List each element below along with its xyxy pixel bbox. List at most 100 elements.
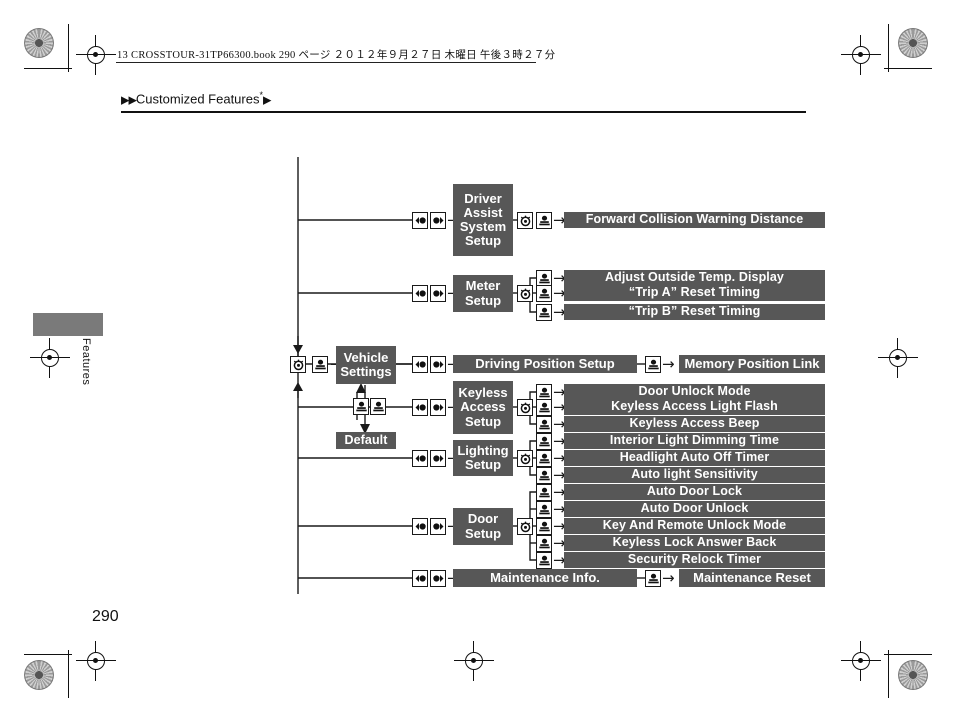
- category-maintenance-info-press-button-icon[interactable]: [645, 570, 661, 587]
- node-item-lighting-setup-3-label: Auto light Sensitivity: [631, 467, 758, 482]
- node-item-driver-assist-system-setup-1[interactable]: Forward Collision Warning Distance: [564, 212, 825, 228]
- node-default[interactable]: Default: [336, 432, 396, 449]
- node-category-meter-setup-line-2: Setup: [464, 292, 502, 308]
- node-category-driving-position-setup[interactable]: Driving Position Setup: [453, 355, 637, 373]
- print-header-text: 13 CROSSTOUR-31TP66300.book 290 ページ ２０１２…: [117, 50, 556, 61]
- branch-maintenance-info-left-select-icon[interactable]: [412, 570, 428, 587]
- category-driving-position-setup-press-button-icon[interactable]: [645, 356, 661, 373]
- node-item-lighting-setup-3[interactable]: Auto light Sensitivity: [564, 467, 825, 483]
- node-item-keyless-access-setup-3[interactable]: Keyless Access Beep: [564, 416, 825, 432]
- node-item-keyless-access-setup-1[interactable]: Door Unlock Mode: [564, 384, 825, 400]
- branch-driving-position-setup-right-select-icon[interactable]: [430, 356, 446, 373]
- root-dial-knob-icon[interactable]: [290, 356, 306, 373]
- branch-door-setup-right-select-icon[interactable]: [430, 518, 446, 535]
- branch-driver-assist-system-setup-left-select-icon[interactable]: [412, 212, 428, 229]
- default-press-button-icon-right[interactable]: [370, 398, 386, 415]
- item-door-setup-3-press-button-icon[interactable]: [536, 518, 552, 535]
- node-item-door-setup-2[interactable]: Auto Door Unlock: [564, 501, 825, 517]
- node-item-door-setup-2-label: Auto Door Unlock: [640, 501, 749, 516]
- item-lighting-setup-2-press-button-icon[interactable]: [536, 450, 552, 467]
- print-header-rule: [116, 62, 536, 63]
- node-item-door-setup-3[interactable]: Key And Remote Unlock Mode: [564, 518, 825, 534]
- node-category-meter-setup[interactable]: Meter Setup: [453, 275, 513, 312]
- page-number: 290: [92, 608, 119, 625]
- branch-maintenance-info-right-select-icon[interactable]: [430, 570, 446, 587]
- item-keyless-access-setup-2-press-button-icon[interactable]: [536, 399, 552, 416]
- category-meter-setup-dial-knob-icon[interactable]: [517, 285, 533, 302]
- branch-meter-setup-left-select-icon[interactable]: [412, 285, 428, 302]
- node-category-maintenance-info[interactable]: Maintenance Info.: [453, 569, 637, 587]
- category-keyless-access-setup-dial-knob-icon[interactable]: [517, 399, 533, 416]
- breadcrumb-rule: [121, 111, 806, 113]
- item-lighting-setup-3-press-button-icon[interactable]: [536, 467, 552, 484]
- node-category-door-setup[interactable]: Door Setup: [453, 508, 513, 545]
- node-item-lighting-setup-2-label: Headlight Auto Off Timer: [619, 450, 770, 465]
- registration-cross-top-left: [76, 35, 116, 75]
- node-category-driver-assist-system-setup-line-1: Driver: [464, 190, 502, 206]
- node-item-maintenance-info-1[interactable]: Maintenance Reset: [679, 569, 825, 587]
- registration-cross-bottom-right: [841, 641, 881, 681]
- node-item-door-setup-5-label: Security Relock Timer: [627, 552, 762, 567]
- node-item-door-setup-1[interactable]: Auto Door Lock: [564, 484, 825, 500]
- branch-keyless-access-setup-right-select-icon[interactable]: [430, 399, 446, 416]
- node-item-door-setup-1-label: Auto Door Lock: [646, 484, 743, 499]
- node-item-meter-setup-1[interactable]: Adjust Outside Temp. Display: [564, 270, 825, 286]
- category-driver-assist-system-setup-press-button-icon[interactable]: [536, 212, 552, 229]
- node-item-meter-setup-2-label: “Trip A” Reset Timing: [628, 285, 761, 300]
- root-press-button-icon[interactable]: [312, 356, 328, 373]
- breadcrumb-title: Customized Features: [135, 91, 260, 107]
- node-item-meter-setup-3[interactable]: “Trip B” Reset Timing: [564, 304, 825, 320]
- node-item-keyless-access-setup-1-label: Door Unlock Mode: [638, 384, 751, 399]
- registration-cross-top-right: [841, 35, 881, 75]
- node-item-keyless-access-setup-2-label: Keyless Access Light Flash: [611, 399, 778, 414]
- node-item-driving-position-setup-1[interactable]: Memory Position Link: [679, 355, 825, 373]
- crop-mark-bottom-right-v: [888, 650, 889, 698]
- branch-lighting-setup-right-select-icon[interactable]: [430, 450, 446, 467]
- node-item-lighting-setup-2[interactable]: Headlight Auto Off Timer: [564, 450, 825, 466]
- category-driver-assist-system-setup-dial-knob-icon[interactable]: [517, 212, 533, 229]
- node-category-lighting-setup[interactable]: Lighting Setup: [453, 440, 513, 476]
- node-item-meter-setup-2[interactable]: “Trip A” Reset Timing: [564, 285, 825, 301]
- crop-mark-bottom-right-h: [884, 654, 932, 655]
- crop-mark-bottom-left-h: [24, 654, 72, 655]
- node-category-lighting-setup-line-1: Lighting: [457, 442, 509, 458]
- node-item-door-setup-5[interactable]: Security Relock Timer: [564, 552, 825, 568]
- registration-cross-right-middle: [878, 338, 918, 378]
- branch-keyless-access-setup-left-select-icon[interactable]: [412, 399, 428, 416]
- item-meter-setup-2-press-button-icon[interactable]: [536, 285, 552, 302]
- node-item-keyless-access-setup-2[interactable]: Keyless Access Light Flash: [564, 399, 825, 415]
- branch-driver-assist-system-setup-right-select-icon[interactable]: [430, 212, 446, 229]
- registration-dot-bottom-left: [24, 660, 54, 690]
- node-category-driver-assist-system-setup-line-2: Assist: [463, 204, 503, 220]
- node-category-driver-assist-system-setup[interactable]: Driver Assist System Setup: [453, 184, 513, 256]
- item-door-setup-5-press-button-icon[interactable]: [536, 552, 552, 569]
- item-door-setup-4-press-button-icon[interactable]: [536, 535, 552, 552]
- node-category-lighting-setup-line-2: Setup: [464, 457, 502, 472]
- item-lighting-setup-1-press-button-icon[interactable]: [536, 433, 552, 450]
- branch-meter-setup-right-select-icon[interactable]: [430, 285, 446, 302]
- node-item-door-setup-4[interactable]: Keyless Lock Answer Back: [564, 535, 825, 551]
- node-vehicle-settings[interactable]: Vehicle Settings: [336, 346, 396, 384]
- node-category-door-setup-line-1: Door: [467, 511, 499, 527]
- node-category-keyless-access-setup[interactable]: Keyless Access Setup: [453, 381, 513, 434]
- item-door-setup-2-press-button-icon[interactable]: [536, 501, 552, 518]
- node-category-maintenance-info-label: Maintenance Info.: [490, 569, 600, 585]
- branch-driving-position-setup-left-select-icon[interactable]: [412, 356, 428, 373]
- node-item-meter-setup-1-label: Adjust Outside Temp. Display: [605, 270, 784, 285]
- item-keyless-access-setup-3-press-button-icon[interactable]: [536, 416, 552, 433]
- node-item-door-setup-4-label: Keyless Lock Answer Back: [612, 535, 777, 550]
- node-item-driving-position-setup-1-label: Memory Position Link: [684, 355, 820, 371]
- node-item-lighting-setup-1-label: Interior Light Dimming Time: [609, 433, 780, 448]
- category-lighting-setup-dial-knob-icon[interactable]: [517, 450, 533, 467]
- default-press-button-icon-left[interactable]: [353, 398, 369, 415]
- node-item-keyless-access-setup-3-label: Keyless Access Beep: [629, 416, 760, 431]
- branch-lighting-setup-left-select-icon[interactable]: [412, 450, 428, 467]
- category-driving-position-setup-flow-arrow-icon: →: [662, 355, 675, 373]
- node-item-lighting-setup-1[interactable]: Interior Light Dimming Time: [564, 433, 825, 449]
- node-category-meter-setup-line-1: Meter: [465, 278, 501, 294]
- item-door-setup-1-press-button-icon[interactable]: [536, 484, 552, 501]
- category-door-setup-dial-knob-icon[interactable]: [517, 518, 533, 535]
- item-meter-setup-3-press-button-icon[interactable]: [536, 304, 552, 321]
- section-tab-label: Features: [80, 338, 92, 386]
- branch-door-setup-left-select-icon[interactable]: [412, 518, 428, 535]
